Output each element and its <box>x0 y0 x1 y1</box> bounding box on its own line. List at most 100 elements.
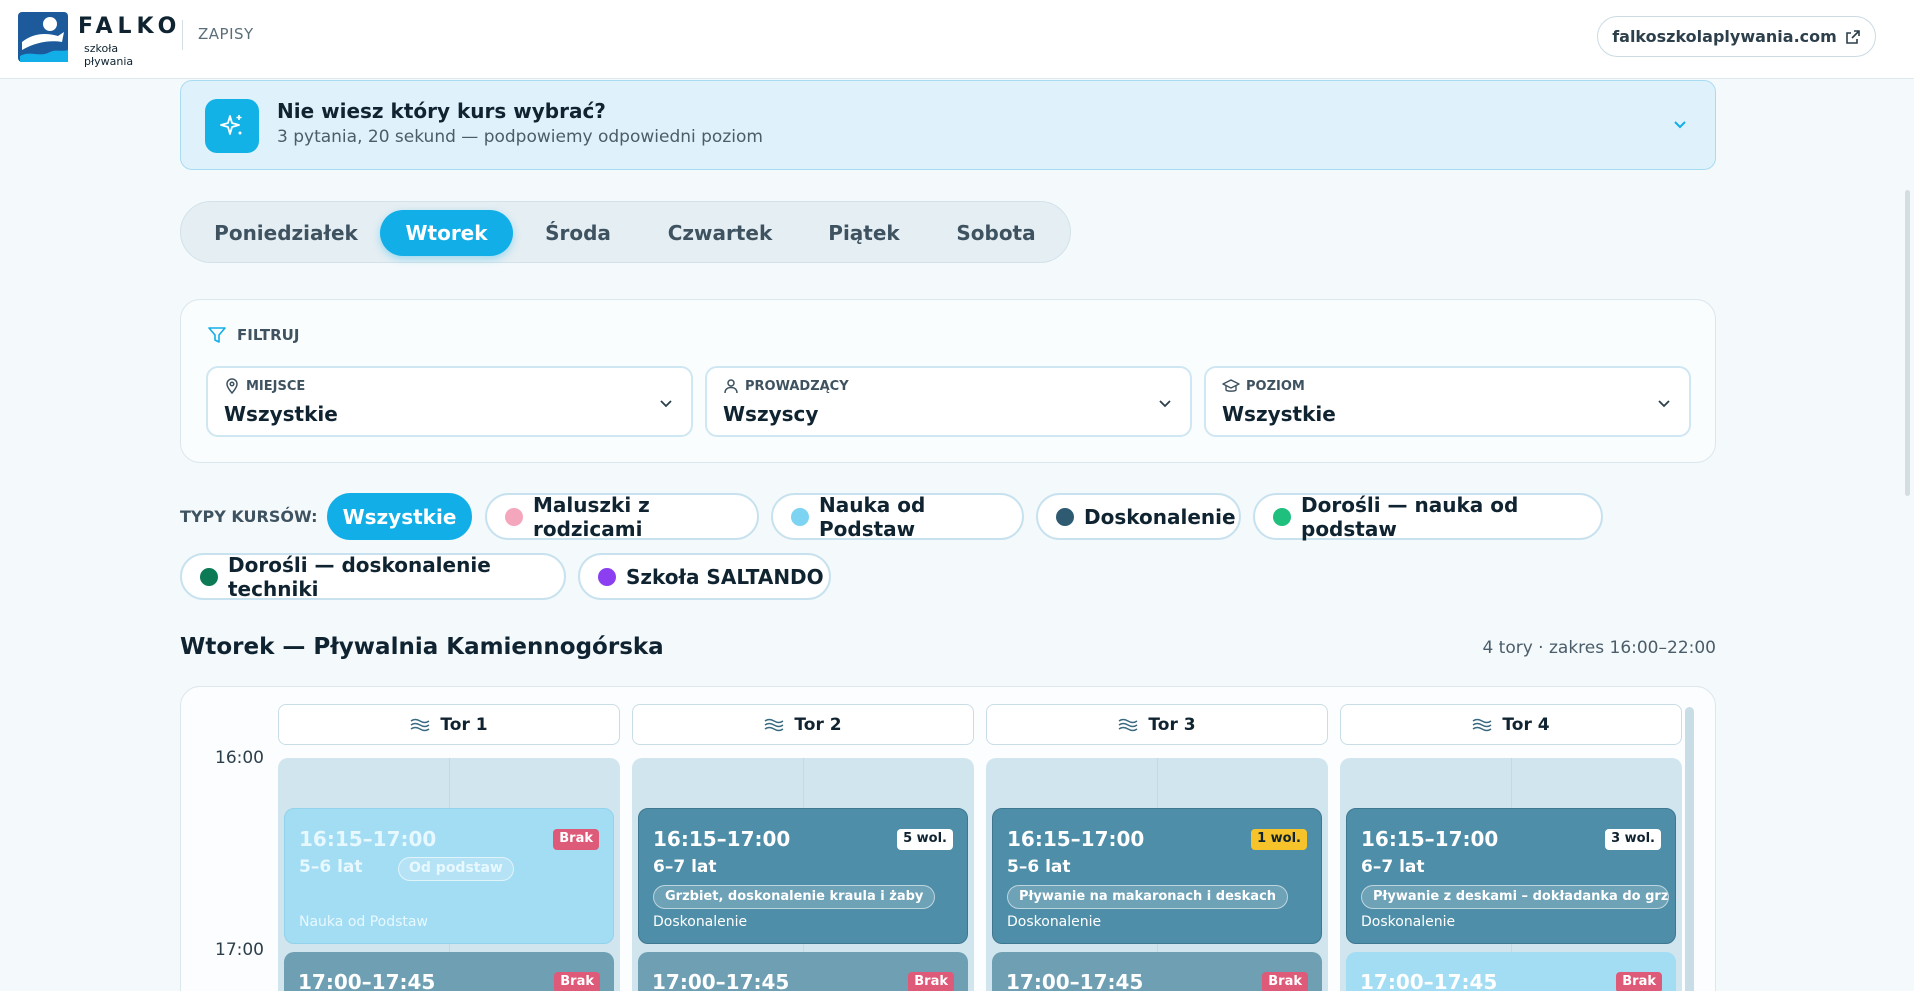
tab-poniedzialek[interactable]: Poniedziałek <box>198 210 374 256</box>
color-dot-icon <box>505 507 523 526</box>
day-tabs: Poniedziałek Wtorek Środa Czwartek Piąte… <box>180 201 1071 263</box>
tab-sobota[interactable]: Sobota <box>932 210 1060 256</box>
location-value: Wszystkie <box>224 402 338 426</box>
course-quiz-banner[interactable]: Nie wiesz który kurs wybrać? 3 pytania, … <box>180 80 1716 170</box>
availability-badge: Brak <box>553 829 599 850</box>
instructor-label-text: PROWADZĄCY <box>745 378 849 394</box>
instructor-select[interactable]: PROWADZĄCY Wszyscy <box>705 366 1192 437</box>
class-card[interactable]: 17:00–17:45 Brak <box>284 952 614 991</box>
lane-label: Tor 1 <box>440 714 488 735</box>
location-select[interactable]: MIEJSCE Wszystkie <box>206 366 693 437</box>
time-label: 16:00 <box>215 748 264 768</box>
type-chip-label: Dorośli — nauka od podstaw <box>1301 492 1519 541</box>
header-divider <box>182 20 183 50</box>
color-dot-icon <box>791 507 809 526</box>
location-select-label: MIEJSCE <box>224 378 305 394</box>
class-age: 5–6 lat <box>299 857 363 877</box>
nav-label-zapisy[interactable]: ZAPISY <box>198 25 254 43</box>
type-chip-maluszki[interactable]: Maluszki z rodzicami <box>485 492 759 541</box>
quiz-title: Nie wiesz który kurs wybrać? <box>277 99 606 123</box>
class-time: 16:15–17:00 <box>1361 827 1499 851</box>
class-card[interactable]: 17:00–17:45 Brak <box>1346 952 1676 991</box>
lane-header-tor-1: Tor 1 <box>278 704 620 745</box>
availability-badge: 5 wol. <box>897 829 953 850</box>
availability-badge: Brak <box>1616 972 1662 991</box>
swimmer-logo-icon <box>18 12 68 62</box>
type-chip-doskonalenie[interactable]: Doskonalenie <box>1036 493 1241 540</box>
type-chip-dorosli-doskonalenie[interactable]: Dorośli — doskonalenie techniki <box>180 552 566 601</box>
class-card[interactable]: 16:15–17:00 5 wol. 6–7 lat Grzbiet, dosk… <box>638 808 968 944</box>
chevron-down-icon[interactable] <box>1671 115 1689 133</box>
page-scrollbar[interactable] <box>1905 190 1910 496</box>
lane-header-tor-4: Tor 4 <box>1340 704 1682 745</box>
type-chip-label: Szkoła SALTANDO <box>626 564 824 589</box>
availability-badge: 3 wol. <box>1605 829 1661 850</box>
waves-icon <box>764 718 784 731</box>
level-select[interactable]: POZIOM Wszystkie <box>1204 366 1691 437</box>
type-chip-saltando[interactable]: Szkoła SALTANDO <box>578 553 831 600</box>
topic-pill: Pływanie z deskami – dokładanka do grzbi… <box>1361 885 1669 909</box>
color-dot-icon <box>1056 507 1074 526</box>
tab-piatek[interactable]: Piątek <box>801 210 927 256</box>
sparkles-icon <box>205 99 259 153</box>
class-time: 17:00–17:45 <box>1006 970 1144 991</box>
type-chip-all[interactable]: Wszystkie <box>327 493 472 540</box>
class-time: 16:15–17:00 <box>1007 827 1145 851</box>
class-type: Doskonalenie <box>653 914 748 930</box>
topic-pill: Grzbiet, doskonalenie kraula i żaby <box>653 885 936 909</box>
filter-panel: FILTRUJ MIEJSCE Wszystkie PROWADZĄCY Wsz… <box>180 299 1716 463</box>
lane-header-tor-2: Tor 2 <box>632 704 974 745</box>
quiz-subtitle: 3 pytania, 20 sekund — podpowiemy odpowi… <box>277 127 763 147</box>
funnel-icon <box>208 327 226 343</box>
lane-header-tor-3: Tor 3 <box>986 704 1328 745</box>
class-type: Nauka od Podstaw <box>299 914 428 930</box>
color-dot-icon <box>200 567 218 586</box>
class-card[interactable]: 16:15–17:00 3 wol. 6–7 lat Pływanie z de… <box>1346 808 1676 944</box>
website-link-button[interactable]: falkoszkolaplywania.com <box>1597 16 1876 57</box>
class-type: Doskonalenie <box>1361 914 1456 930</box>
class-card[interactable]: 16:15–17:00 Brak 5–6 lat Od podstaw Nauk… <box>284 808 614 944</box>
chevron-down-icon <box>1159 400 1171 408</box>
filter-heading: FILTRUJ <box>207 325 299 345</box>
color-dot-icon <box>598 567 616 586</box>
color-dot-icon <box>1273 507 1291 526</box>
chevron-down-icon <box>660 400 672 408</box>
class-type: Doskonalenie <box>1007 914 1102 930</box>
type-chip-label: Doskonalenie <box>1084 504 1236 529</box>
type-chip-dorosli-nauka[interactable]: Dorośli — nauka od podstaw <box>1253 492 1603 541</box>
class-card[interactable]: 17:00–17:45 Brak <box>992 952 1322 991</box>
tab-sroda[interactable]: Środa <box>518 210 638 256</box>
schedule-title: Wtorek — Pływalnia Kamiennogórska <box>180 634 664 660</box>
tab-wtorek[interactable]: Wtorek <box>380 210 513 256</box>
external-link-icon <box>1845 29 1860 44</box>
graduation-cap-icon <box>1222 379 1240 392</box>
schedule-scrollbar[interactable] <box>1685 707 1694 991</box>
lane-label: Tor 4 <box>1502 714 1550 735</box>
availability-badge: Brak <box>554 972 600 991</box>
class-card[interactable]: 16:15–17:00 1 wol. 5–6 lat Pływanie na m… <box>992 808 1322 944</box>
type-chip-nauka-od-podstaw[interactable]: Nauka od Podstaw <box>771 493 1024 541</box>
waves-icon <box>1118 718 1138 731</box>
website-link-label: falkoszkolaplywania.com <box>1612 27 1837 46</box>
topic-pill: Pływanie na makaronach i deskach <box>1007 885 1289 909</box>
logo-name: FALKO <box>78 14 182 39</box>
tab-czwartek[interactable]: Czwartek <box>644 210 796 256</box>
class-time: 17:00–17:45 <box>1360 970 1498 991</box>
class-age: 6–7 lat <box>653 857 717 877</box>
class-card[interactable]: 17:00–17:45 Brak <box>638 952 968 991</box>
instructor-value: Wszyscy <box>723 402 819 426</box>
availability-badge: 1 wol. <box>1251 829 1307 850</box>
level-value: Wszystkie <box>1222 402 1336 426</box>
availability-badge: Brak <box>908 972 954 991</box>
instructor-select-label: PROWADZĄCY <box>723 378 849 394</box>
waves-icon <box>410 718 430 731</box>
time-label: 17:00 <box>215 940 264 960</box>
type-chip-label: Dorośli — doskonalenie techniki <box>228 552 491 601</box>
falko-logo[interactable]: FALKO szkoła pływania <box>18 12 176 68</box>
class-age: 6–7 lat <box>1361 857 1425 877</box>
class-time: 16:15–17:00 <box>299 827 437 851</box>
user-icon <box>724 379 738 394</box>
type-chip-label: Maluszki z rodzicami <box>533 492 650 541</box>
waves-icon <box>1472 718 1492 731</box>
class-time: 17:00–17:45 <box>298 970 436 991</box>
